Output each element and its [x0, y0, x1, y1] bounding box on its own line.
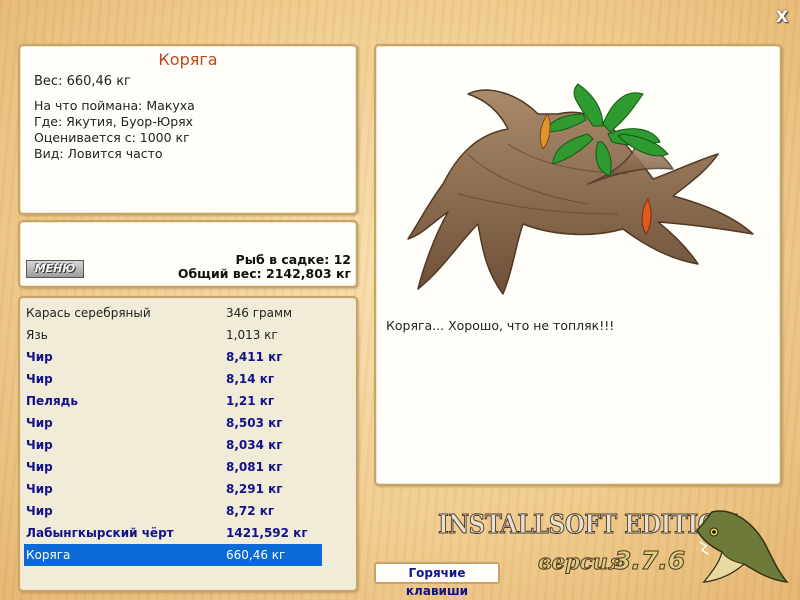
catch-list: Карась серебряный 346 грамм Язь 1,013 кг Чир… — [18, 296, 358, 592]
catch-item-name: Чир — [26, 372, 53, 386]
catch-list-item[interactable]: Чир 8,291 кг — [24, 478, 322, 500]
valued-from: Оценивается с: 1000 кг — [34, 130, 190, 145]
catch-item-name: Язь — [26, 328, 48, 342]
catch-item-name: Чир — [26, 350, 53, 364]
catch-item-name: Чир — [26, 460, 53, 474]
catch-item-weight: 1,21 кг — [226, 394, 275, 408]
catch-item-weight: 346 грамм — [226, 306, 293, 320]
catch-item-name: Чир — [26, 438, 53, 452]
catch-item-name: Карась серебряный — [26, 306, 151, 320]
catch-list-item[interactable]: Карась серебряный 346 грамм — [24, 302, 322, 324]
catch-item-weight: 8,72 кг — [226, 504, 275, 518]
fish-count: Рыб в садке: 12 — [235, 252, 351, 267]
close-button[interactable]: X — [772, 7, 792, 27]
driftwood-snag-icon — [407, 83, 754, 295]
catch-list-item[interactable]: Чир 8,081 кг — [24, 456, 322, 478]
catch-list-item[interactable]: Чир 8,503 кг — [24, 412, 322, 434]
catch-item-weight: 8,503 кг — [226, 416, 283, 430]
version-label: версия — [538, 549, 626, 575]
catch-frequency: Вид: Ловится часто — [34, 146, 163, 161]
catch-item-weight: 8,081 кг — [226, 460, 283, 474]
hotkeys-button[interactable]: Горячие клавиши — [374, 562, 500, 598]
total-weight: Общий вес: 2142,803 кг — [177, 266, 351, 281]
catch-item-name: Пелядь — [26, 394, 78, 408]
catch-info-panel: Коряга Вес: 660,46 кг На что поймана: Ма… — [18, 44, 358, 215]
catch-item-weight: 660,46 кг — [226, 548, 286, 562]
catch-item-weight: 8,411 кг — [226, 350, 283, 364]
caught-where: Где: Якутия, Буор-Юрях — [34, 114, 194, 129]
catch-item-weight: 1421,592 кг — [226, 526, 308, 540]
catch-list-item[interactable]: Язь 1,013 кг — [24, 324, 322, 346]
caught-with: На что поймана: Макуха — [34, 98, 195, 113]
pike-fish-icon — [696, 510, 789, 583]
catch-item-weight: 8,291 кг — [226, 482, 283, 496]
catch-picture-panel: Коряга... Хорошо, что не топляк!!! — [374, 44, 782, 486]
catch-item-weight: 1,013 кг — [226, 328, 278, 342]
catch-list-item[interactable]: Чир 8,034 кг — [24, 434, 322, 456]
catch-item-name: Чир — [26, 482, 53, 496]
catch-item-name: Коряга — [26, 548, 71, 562]
catch-item-name: Лабынгкырский чёрт — [26, 526, 174, 540]
menu-button[interactable]: МЕНЮ — [26, 260, 84, 278]
catch-list-item[interactable]: Коряга 660,46 кг — [24, 544, 322, 566]
catch-weight: Вес: 660,46 кг — [34, 74, 131, 89]
catch-item-name: Чир — [26, 504, 53, 518]
catch-item-weight: 8,14 кг — [226, 372, 275, 386]
catch-list-item[interactable]: Пелядь 1,21 кг — [24, 390, 322, 412]
catch-list-item[interactable]: Чир 8,72 кг — [24, 500, 322, 522]
catch-title: Коряга — [158, 50, 218, 69]
keepnet-summary-panel: МЕНЮ Рыб в садке: 12 Общий вес: 2142,803… — [18, 220, 358, 288]
catch-list-item[interactable]: Лабынгкырский чёрт 1421,592 кг — [24, 522, 322, 544]
catch-caption: Коряга... Хорошо, что не топляк!!! — [386, 318, 615, 333]
catch-item-weight: 8,034 кг — [226, 438, 283, 452]
version-number: 3.7.6 — [613, 546, 686, 576]
catch-list-item[interactable]: Чир 8,14 кг — [24, 368, 322, 390]
catch-list-item[interactable]: Чир 8,411 кг — [24, 346, 322, 368]
catch-item-name: Чир — [26, 416, 53, 430]
